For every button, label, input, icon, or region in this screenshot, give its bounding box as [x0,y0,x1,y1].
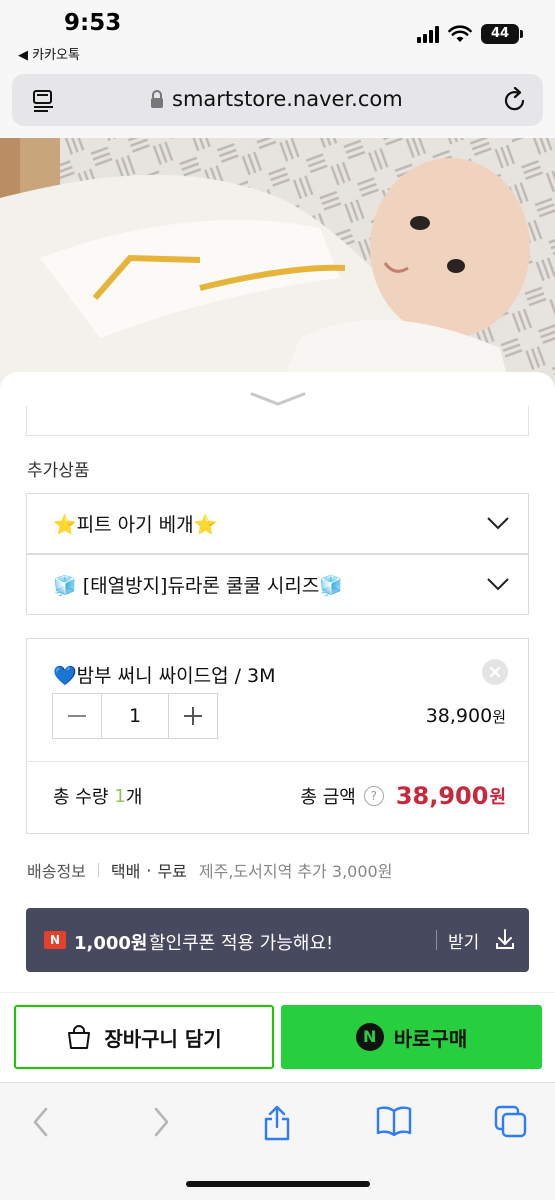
addon-select-pillow[interactable]: ⭐피트 아기 베개⭐ [26,493,529,554]
option-price: 38,900원 [426,705,506,727]
total-amount-value: 38,900 [395,782,489,810]
shipping-info: 배송정보 택배 · 무료 제주,도서지역 추가 3,000원 [27,858,392,882]
status-icons: 44 [417,24,523,44]
addon-section-label: 추가상품 [27,461,90,481]
product-image [0,138,555,388]
chevron-down-icon [487,517,509,530]
plus-icon [184,707,202,725]
minus-icon [68,715,86,717]
quantity-stepper: 1 [52,693,218,739]
divider [436,930,437,950]
addon-label: 🧊 [태열방지]듀라론 쿨쿨 시리즈🧊 [53,575,344,597]
chevron-down-icon [487,578,509,591]
status-bar: 9:53 ◀ 카카오톡 44 [0,0,555,70]
divider [27,761,528,762]
total-quantity-label: 총 수량 [53,787,109,808]
url-text[interactable]: smartstore.naver.com [172,87,403,111]
total-quantity-unit: 개 [125,787,143,808]
reload-icon[interactable] [503,87,527,113]
coupon-banner[interactable]: N 1,000원 할인쿠폰 적용 가능해요! 받기 [26,908,529,972]
total-amount-unit: 원 [489,787,506,808]
previous-option-box [26,406,529,436]
status-time: 9:53 [64,10,122,36]
page-menu-icon[interactable] [32,88,56,112]
increase-quantity-button[interactable] [169,694,217,738]
total-amount-label: 총 금액 [300,787,356,808]
order-total-row: 총 수량 1 개 총 금액 ? 38,900 원 [53,779,506,813]
shipping-method: 택배 [110,862,141,881]
separator-dot: · [146,860,152,880]
coupon-message: 할인쿠폰 적용 가능해요! [149,933,334,954]
selected-option-name: 💙밤부 써니 싸이드업 / 3M [53,665,276,687]
purchase-bar: 장바구니 담기 N 바로구매 [0,992,555,1082]
shopping-bag-icon [68,1025,91,1049]
addon-select-cool-series[interactable]: 🧊 [태열방지]듀라론 쿨쿨 시리즈🧊 [26,554,529,615]
buy-now-label: 바로구매 [393,1026,468,1051]
cellular-signal-icon [417,25,439,43]
lock-icon [151,90,163,108]
wifi-icon [448,25,472,42]
add-to-cart-label: 장바구니 담기 [104,1026,222,1051]
forward-icon[interactable] [150,1105,172,1139]
coupon-amount: 1,000원 [74,933,148,954]
battery-icon: 44 [481,24,523,44]
bookmarks-icon[interactable] [376,1105,412,1137]
purchase-options-sheet: 추가상품 ⭐피트 아기 베개⭐ 🧊 [태열방지]듀라론 쿨쿨 시리즈🧊 💙밤부 … [0,372,555,992]
quantity-value[interactable]: 1 [101,694,169,738]
addon-label: ⭐피트 아기 베개⭐ [53,514,218,536]
download-icon[interactable] [495,928,515,950]
back-icon[interactable] [30,1105,52,1139]
divider [97,863,99,877]
option-price-unit: 원 [492,708,506,726]
selected-option-card: 💙밤부 써니 싸이드업 / 3M 1 38,900원 총 수량 1 개 총 금액 [26,638,529,834]
total-quantity-value: 1 [114,785,126,807]
browser-address-area: smartstore.naver.com [0,70,555,138]
help-icon[interactable]: ? [363,786,384,806]
share-icon[interactable] [262,1105,292,1141]
shipping-label: 배송정보 [27,862,86,881]
tabs-icon[interactable] [494,1105,528,1139]
shipping-fee: 무료 [157,862,187,881]
remove-option-button[interactable] [482,659,508,685]
shipping-extra-note: 제주,도서지역 추가 3,000원 [198,862,393,881]
add-to-cart-button[interactable]: 장바구니 담기 [14,1005,274,1069]
close-icon [490,667,500,677]
coupon-receive-button[interactable]: 받기 [448,928,479,953]
naver-n-badge: N [44,931,66,949]
buy-now-button[interactable]: N 바로구매 [281,1005,542,1069]
decrease-quantity-button[interactable] [53,694,101,738]
home-indicator[interactable] [186,1181,370,1187]
back-to-app-link[interactable]: ◀ 카카오톡 [18,44,80,63]
address-bar[interactable]: smartstore.naver.com [12,74,543,126]
naver-pay-logo: N [355,1023,384,1051]
option-price-value: 38,900 [425,705,493,727]
